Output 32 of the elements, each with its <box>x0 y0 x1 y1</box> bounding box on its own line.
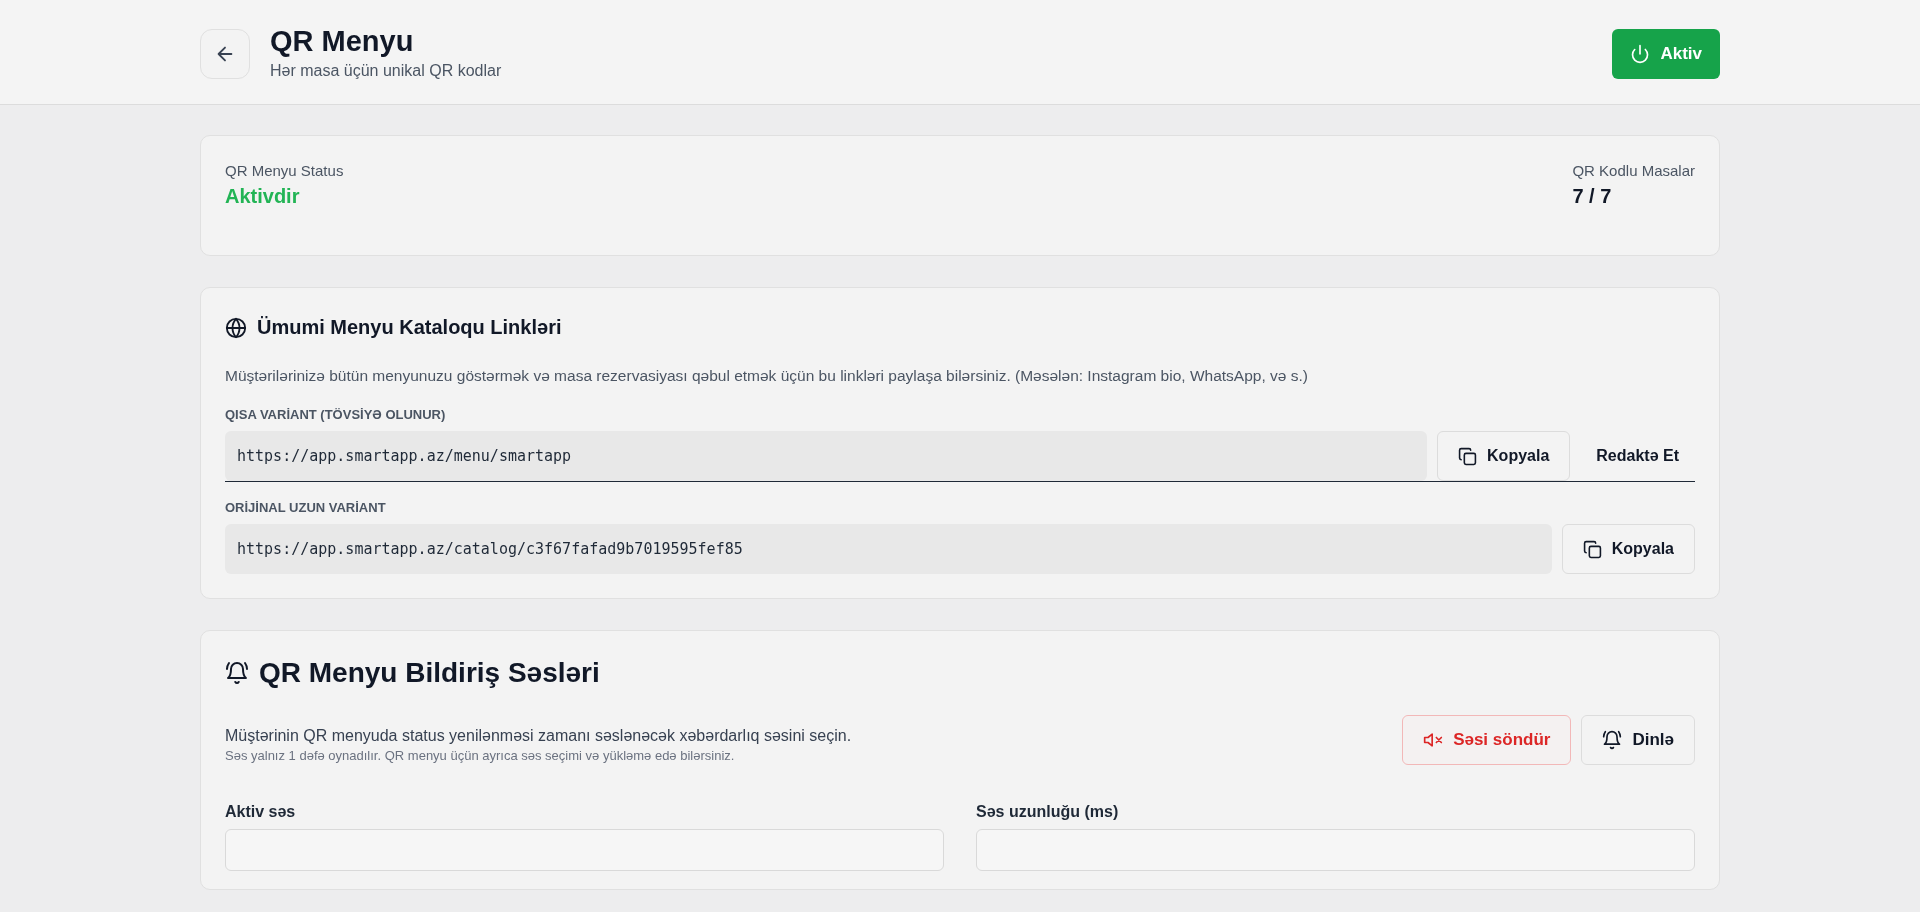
status-label: QR Menyu Status <box>225 162 344 179</box>
input-field[interactable] <box>225 829 944 871</box>
globe-icon <box>225 316 247 339</box>
card-title: QR Menyu Bildiriş Səsləri <box>259 657 600 689</box>
tables-count: 7 / 7 <box>1572 185 1613 208</box>
link-label: QISA VARİANT (TÖVSİYƏ OLUNUR) <box>225 407 447 422</box>
edit-button[interactable]: Redaktə Et <box>1580 431 1695 481</box>
url-field[interactable]: https://app.smartapp.az/catalog/c3f67fafad9b7019595fef85 <box>225 524 1552 574</box>
tables-label: QR Kodlu Masalar <box>1572 162 1695 179</box>
card-title: Ümumi Menyu Kataloqu Linkləri <box>257 316 562 339</box>
bell-icon <box>1602 730 1623 750</box>
copy-icon <box>1458 446 1478 466</box>
page-subtitle: Hər masa üçün unikal QR kodlar <box>270 62 503 80</box>
copy-button[interactable]: Kopyala <box>1561 524 1695 574</box>
copy-button[interactable]: Kopyala <box>1437 431 1571 481</box>
bell-icon <box>225 661 249 685</box>
mute-button[interactable]: Səsi söndür <box>1402 715 1572 765</box>
power-icon <box>1630 44 1651 64</box>
listen-button[interactable]: Dinlə <box>1581 715 1695 765</box>
card-description: Müştərilərinizə bütün menyunuzu göstərmək və masa rezervasiyası qəbul etmək üçün bu linkləri paylaşa bilərsiniz. (Məsələn: Instagram bio, WhatsApp, və s.) <box>225 367 1309 385</box>
status-value: Aktivdir <box>225 185 301 208</box>
copy-icon <box>1582 539 1602 559</box>
back-button[interactable] <box>200 29 250 79</box>
link-label: ORİJİNAL UZUN VARİANT <box>225 500 387 515</box>
page-title: QR Menyu <box>270 24 415 58</box>
card-note: Səs yalnız 1 dəfə oynadılır. QR menyu üçün ayrıca səs seçimi və yükləmə edə bilərsiniz. <box>225 748 736 763</box>
field-label: Səs uzunluğu (ms) <box>976 803 1120 821</box>
speaker-muted-icon <box>1423 730 1444 750</box>
card-description: Müştərinin QR menyuda status yenilənməsi zamanı səslənəcək xəbərdarlıq səsini seçin. <box>225 727 852 745</box>
field-label: Aktiv səs <box>225 803 297 821</box>
input-field[interactable] <box>976 829 1695 871</box>
url-field[interactable]: https://app.smartapp.az/menu/smartapp <box>225 431 1428 481</box>
